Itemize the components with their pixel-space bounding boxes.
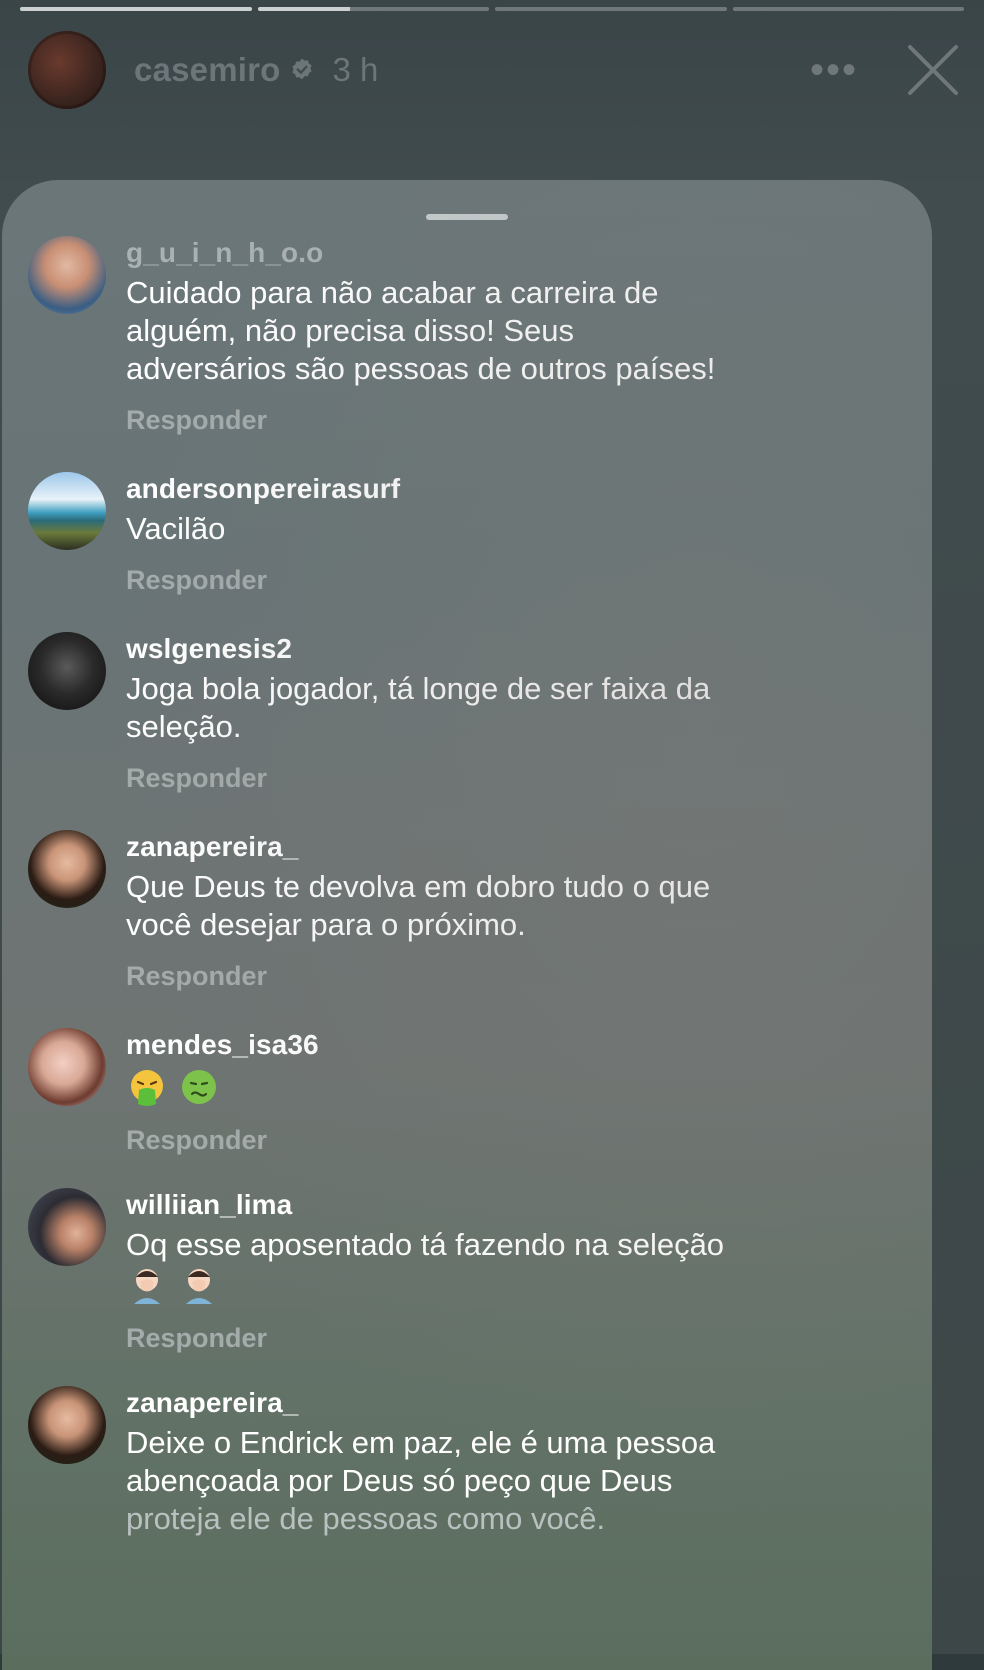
comment-username[interactable]: zanapereira_: [126, 1386, 912, 1420]
comments-sheet: g_u_i_n_h_o.o Cuidado para não acabar a …: [2, 180, 932, 1670]
sheet-drag-handle[interactable]: [426, 214, 508, 220]
reply-button[interactable]: Responder: [126, 404, 912, 436]
reply-button[interactable]: Responder: [126, 1322, 912, 1354]
comment-text: Vacilão: [126, 511, 226, 546]
story-header: casemiro 3 h •••: [28, 30, 960, 110]
avatar[interactable]: [28, 472, 106, 550]
vomiting-face-icon: [131, 1070, 163, 1106]
avatar[interactable]: [28, 1386, 106, 1464]
avatar[interactable]: [28, 236, 106, 314]
comment-text: Cuidado para não acabar a carreira de al…: [126, 275, 716, 386]
story-avatar[interactable]: [28, 31, 106, 109]
story-progress: [20, 7, 964, 11]
comment-text: Que Deus te devolva em dobro tudo o que …: [126, 869, 711, 942]
avatar[interactable]: [28, 1028, 106, 1106]
comment-text-faded: proteja ele de pessoas como você.: [126, 1501, 606, 1536]
avatar[interactable]: [28, 830, 106, 908]
comment-username[interactable]: zanapereira_: [126, 830, 912, 864]
comment-text-main: Deixe o Endrick em paz, ele é uma pessoa…: [126, 1425, 716, 1498]
avatar[interactable]: [28, 632, 106, 710]
comment-username[interactable]: wslgenesis2: [126, 632, 912, 666]
comment-username[interactable]: andersonpereirasurf: [126, 472, 912, 506]
progress-segment: [732, 7, 964, 11]
more-options-icon[interactable]: •••: [810, 50, 858, 90]
reply-button[interactable]: Responder: [126, 564, 912, 596]
reply-button[interactable]: Responder: [126, 960, 912, 992]
comment-text: Deixe o Endrick em paz, ele é uma pessoa…: [126, 1424, 912, 1538]
reply-button[interactable]: Responder: [126, 1124, 912, 1156]
avatar[interactable]: [28, 1188, 106, 1266]
story-timestamp: 3 h: [332, 51, 379, 88]
progress-segment: [495, 7, 727, 11]
progress-segment: [257, 7, 489, 11]
verified-badge-icon: [291, 58, 312, 80]
nauseated-face-icon: [182, 1070, 216, 1104]
comment-text: Joga bola jogador, tá longe de ser faixa…: [126, 671, 711, 744]
story-username[interactable]: casemiro: [134, 51, 281, 89]
close-icon[interactable]: [906, 43, 960, 97]
progress-segment: [20, 7, 252, 11]
comment-username[interactable]: mendes_isa36: [126, 1028, 912, 1062]
comment-username[interactable]: williian_lima: [126, 1188, 912, 1222]
comment-username[interactable]: g_u_i_n_h_o.o: [126, 236, 912, 270]
reply-button[interactable]: Responder: [126, 762, 912, 794]
man-facepalming-icon: [134, 1269, 160, 1304]
man-facepalming-icon: [186, 1269, 212, 1304]
comment-text: Oq esse aposentado tá fazendo na seleção: [126, 1227, 725, 1262]
